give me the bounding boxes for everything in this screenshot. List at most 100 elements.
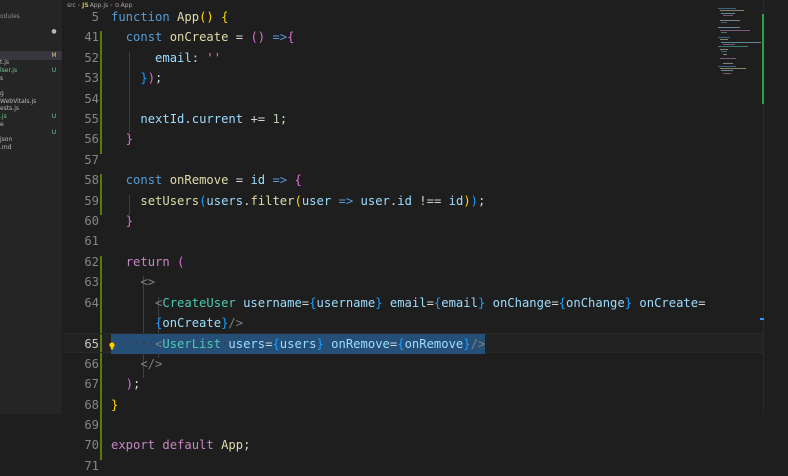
code-line[interactable]: 66 </> [63, 354, 763, 374]
code-token: = [228, 30, 251, 45]
code-token: default [162, 438, 214, 453]
code-line[interactable]: 55 nextId.current += 1; [63, 109, 763, 129]
line-number: 67 [84, 377, 99, 392]
code-text: } [111, 395, 118, 415]
code-token: onCreate [162, 316, 222, 330]
code-token: App [221, 438, 244, 453]
code-line[interactable]: 56 } [63, 129, 763, 149]
code-token: { [272, 337, 280, 352]
code-text: function App() { [111, 7, 228, 27]
code-line[interactable]: {onCreate}/> [63, 313, 763, 333]
code-line[interactable]: 57 [63, 150, 763, 170]
code-token: email [155, 50, 192, 65]
explorer-item-label: .md [0, 143, 12, 151]
code-line[interactable]: 64 <CreateUser username={username} email… [63, 293, 763, 313]
code-token: . [184, 112, 192, 126]
code-text: export default App; [111, 435, 250, 455]
code-line[interactable]: 41 const onCreate = () =>{ [63, 27, 763, 47]
line-number: 71 [84, 458, 99, 473]
code-token: setUsers [140, 193, 200, 208]
code-line[interactable]: 62 return ( [63, 252, 763, 272]
code-token: { [294, 173, 302, 188]
vertical-scrollbar[interactable] [763, 0, 788, 414]
minimap-line [719, 58, 736, 60]
code-token: ) [463, 193, 471, 208]
code-token: function [111, 10, 170, 24]
minimap-line [722, 72, 731, 74]
code-token: /> [470, 337, 486, 352]
code-token: { [397, 337, 405, 352]
code-token: !== [411, 193, 449, 208]
code-line[interactable]: 58 const onRemove = id => { [63, 170, 763, 190]
code-token: onRemove [331, 337, 390, 352]
code-text: } [111, 129, 133, 149]
code-token: ( [294, 193, 302, 208]
code-token: ) [206, 10, 214, 24]
line-number: 5 [91, 10, 99, 24]
line-number: 68 [84, 397, 99, 412]
lightbulb-icon[interactable] [109, 336, 115, 350]
minimap-line [718, 36, 730, 38]
code-token: user [301, 193, 332, 208]
line-number: 53 [84, 71, 99, 86]
line-number: 61 [84, 234, 99, 249]
code-line[interactable]: 67 ); [63, 374, 763, 394]
code-token: users [206, 193, 244, 208]
minimap-line [718, 8, 736, 9]
line-number: 52 [84, 50, 99, 65]
code-line-active[interactable]: 65 ······<UserList·users={users}·onRemove… [63, 333, 763, 355]
line-number: 55 [84, 112, 99, 126]
code-line[interactable]: 5 function App() { [63, 7, 763, 27]
code-token: onRemove [404, 337, 464, 352]
code-token: { [287, 30, 295, 45]
code-token: user [360, 193, 390, 208]
code-line[interactable]: 52 email: '' [63, 48, 763, 68]
minimap-line [721, 12, 735, 14]
code-text: ······<UserList·users={users}·onRemove={… [111, 334, 486, 355]
code-line[interactable]: 69 [63, 415, 763, 435]
minimap-line [719, 48, 728, 50]
code-line[interactable]: 61 [63, 231, 763, 251]
code-token: users [228, 337, 266, 352]
code-token: } [375, 295, 383, 310]
code-text: nextId.current += 1; [111, 109, 287, 129]
code-line[interactable]: 68} [63, 395, 763, 415]
code-text: email: '' [111, 48, 221, 68]
code-token: ; [133, 377, 141, 392]
minimap[interactable] [716, 8, 762, 78]
overview-ruler-cursor-marker [760, 318, 764, 320]
code-line[interactable]: 53 }); [63, 68, 763, 88]
code-text: <> [111, 272, 155, 292]
code-token: App [177, 10, 200, 24]
code-line[interactable]: 71 [63, 456, 763, 476]
code-token: } [463, 337, 471, 352]
line-number: 69 [84, 418, 99, 432]
code-text: </> [111, 354, 162, 374]
minimap-line [721, 51, 727, 53]
code-line[interactable]: 59 setUsers(users.filter(user => user.id… [63, 191, 763, 211]
code-token: = [426, 295, 434, 310]
minimap-line [722, 44, 735, 45]
explorer-item[interactable]: .md [0, 143, 62, 152]
line-number: 41 [84, 30, 99, 45]
line-number: 59 [84, 193, 99, 208]
code-token: => [338, 193, 354, 208]
code-editor[interactable]: 5 function App() {41 const onCreate = () … [63, 10, 763, 473]
code-line[interactable]: 70 export default App; [63, 435, 763, 455]
code-token: ) [147, 71, 156, 86]
code-line[interactable]: 63 <> [63, 272, 763, 292]
code-line[interactable]: 54 [63, 89, 763, 109]
code-line[interactable]: 60 } [63, 211, 763, 231]
line-number: 63 [84, 275, 99, 290]
